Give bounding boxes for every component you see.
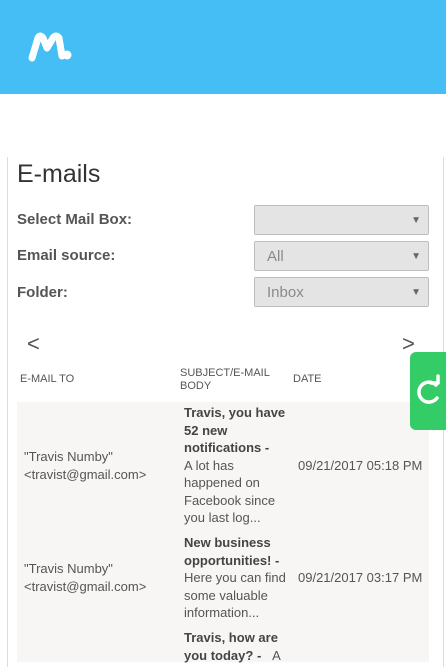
subject-line: Travis, you have bbox=[184, 405, 286, 420]
body-line: A bbox=[272, 647, 281, 663]
folder-select[interactable]: Inbox ▼ bbox=[254, 277, 429, 307]
page-title: E-mails bbox=[17, 160, 101, 188]
source-select-value: All bbox=[267, 248, 284, 265]
folder-select-value: Inbox bbox=[267, 284, 304, 301]
subject-line: New business bbox=[184, 535, 271, 550]
source-label: Email source: bbox=[17, 247, 116, 264]
dropdown-arrow-icon: ▼ bbox=[411, 215, 421, 226]
prev-page-button[interactable]: < bbox=[27, 333, 40, 355]
dropdown-arrow-icon: ▼ bbox=[411, 251, 421, 262]
source-select[interactable]: All ▼ bbox=[254, 241, 429, 271]
column-header-body-line: BODY bbox=[180, 380, 212, 392]
folder-label: Folder: bbox=[17, 284, 68, 301]
table-row-subject[interactable]: Travis, you have 52 new notifications - … bbox=[184, 404, 285, 527]
sync-button[interactable] bbox=[410, 352, 446, 430]
column-header-subject: SUBJECT/E-MAIL BODY bbox=[180, 367, 270, 393]
table-row-to[interactable]: "Travis Numby" <travist@gmail.com> bbox=[24, 448, 146, 483]
body-line: information... bbox=[184, 605, 260, 620]
subject-line: Travis, how are bbox=[184, 630, 278, 645]
column-header-date: DATE bbox=[293, 373, 322, 385]
table-row-to[interactable]: "Travis Numby" <travist@gmail.com> bbox=[24, 560, 146, 595]
body-line: Here you can find bbox=[184, 570, 286, 585]
column-header-email-to: E-MAIL TO bbox=[20, 373, 75, 385]
body-line: some valuable bbox=[184, 587, 268, 603]
column-header-subject-line: SUBJECT/E-MAIL bbox=[180, 367, 270, 379]
dropdown-arrow-icon: ▼ bbox=[411, 287, 421, 298]
mailbox-select[interactable]: ▼ bbox=[254, 205, 429, 235]
table-row-date: 09/21/2017 05:18 PM bbox=[298, 458, 423, 473]
mspy-logo-icon[interactable] bbox=[28, 32, 72, 62]
recipient-email: <travist@gmail.com> bbox=[24, 466, 147, 482]
refresh-icon bbox=[417, 374, 440, 404]
subject-line: you today? - bbox=[184, 647, 262, 663]
mailbox-label: Select Mail Box: bbox=[17, 211, 133, 228]
top-bar bbox=[0, 0, 446, 94]
body-line: you last log... bbox=[184, 510, 261, 525]
table-row-date: 09/21/2017 03:17 PM bbox=[298, 570, 423, 585]
table-row-subject[interactable]: New business opportunities! - Here you c… bbox=[184, 534, 286, 622]
table-row-subject[interactable]: Travis, how are you today? - A bbox=[184, 629, 281, 664]
recipient-email: <travist@gmail.com> bbox=[24, 578, 147, 594]
subject-line: 52 new bbox=[184, 422, 228, 438]
subject-line: opportunities! - bbox=[184, 552, 280, 568]
subject-line: notifications - bbox=[184, 440, 270, 455]
recipient-name: "Travis Numby" bbox=[24, 449, 113, 464]
body-line: Facebook since bbox=[184, 492, 276, 508]
body-line: A lot has bbox=[184, 457, 234, 473]
recipient-name: "Travis Numby" bbox=[24, 561, 113, 576]
body-line: happened on bbox=[184, 475, 260, 490]
